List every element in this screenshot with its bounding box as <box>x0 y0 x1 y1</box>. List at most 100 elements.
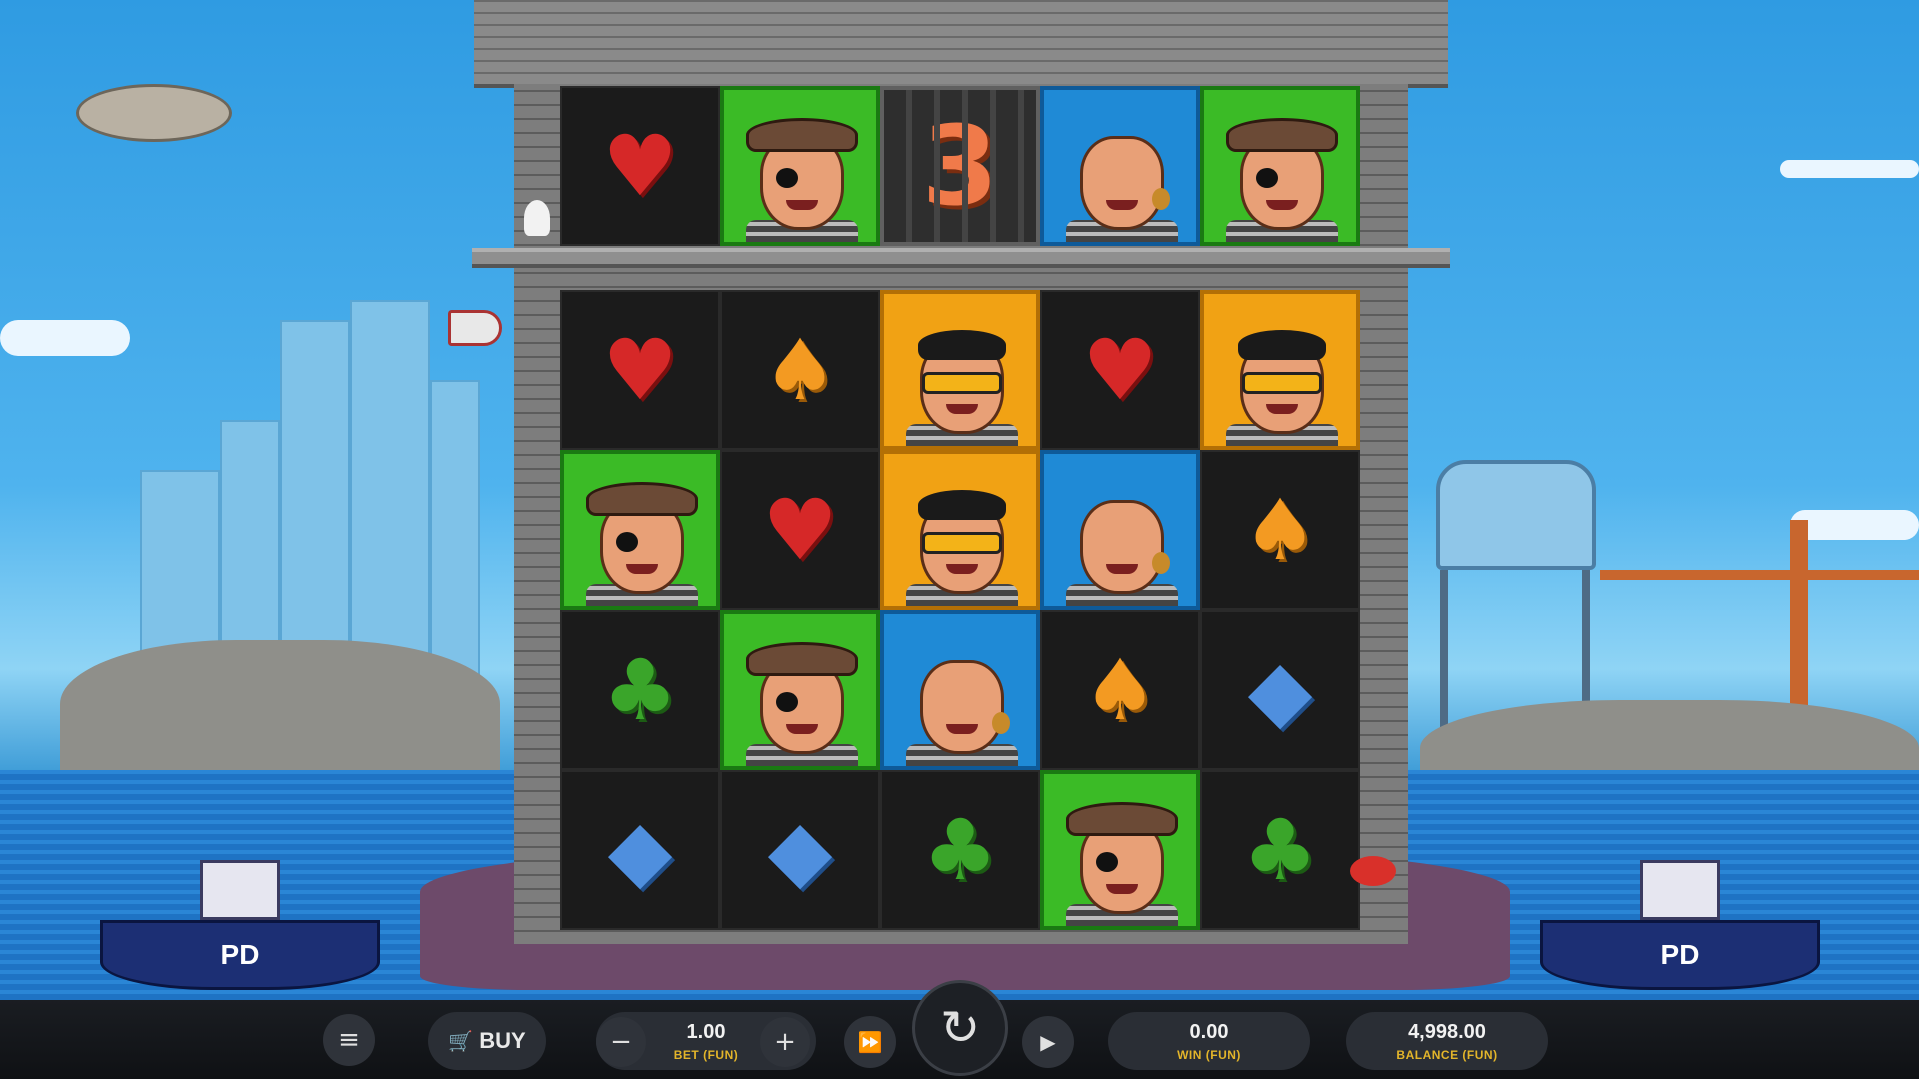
prisoner-face-icon <box>742 642 862 766</box>
eyepatch-icon <box>776 692 798 712</box>
win-display: 0.00 WIN (FUN) <box>1177 1021 1241 1062</box>
prisoner-mouth <box>1266 404 1298 414</box>
prisoner-face-icon <box>1062 802 1182 926</box>
prisoner-mouth <box>946 724 978 734</box>
refresh-icon: ↻ <box>939 1000 981 1056</box>
prisoner-face-icon <box>902 642 1022 766</box>
sunglasses-prisoner-symbol <box>880 290 1040 450</box>
city-building <box>350 300 430 700</box>
boat-cabin <box>1640 860 1720 920</box>
spade-icon: ♠ <box>762 321 838 419</box>
heart-icon: ♥ <box>602 321 678 419</box>
fedora-icon <box>586 482 698 516</box>
bird-icon <box>1152 552 1170 574</box>
eyepatch-icon <box>1256 168 1278 188</box>
club-icon: ♣ <box>602 641 678 739</box>
slick-hair <box>918 490 1006 520</box>
bet-label: BET (FUN) <box>673 1047 739 1062</box>
bet-value: 1.00 <box>686 1020 726 1043</box>
menu-icon: ≡ <box>338 1025 360 1055</box>
sunglasses-icon <box>922 372 1002 394</box>
bird-icon <box>992 712 1010 734</box>
prisoner-mouth <box>1106 884 1138 894</box>
fedora-icon <box>746 118 858 152</box>
plus-icon: + <box>774 1027 796 1057</box>
boat-label: PD <box>1660 939 1700 970</box>
diamond-icon: ◆ <box>1247 641 1313 739</box>
spade-symbol: ♠ <box>720 290 880 450</box>
prisoner-mouth <box>786 200 818 210</box>
diamond-symbol: ◆ <box>720 770 880 930</box>
sunglasses-prisoner-symbol <box>880 450 1040 610</box>
prisoner-mouth <box>786 724 818 734</box>
prisoner-face-icon <box>1222 118 1342 242</box>
bald-bird-prisoner-symbol <box>880 610 1040 770</box>
tower-roof <box>474 0 1448 88</box>
diamond-symbol: ◆ <box>1200 610 1360 770</box>
eyepatch-hat-prisoner-symbol <box>1040 770 1200 930</box>
game-scene: PD PD ♥3 ♥♠♥♥♠♣♠◆◆◆♣♣ <box>0 0 1919 1000</box>
spade-symbol: ♠ <box>1040 610 1200 770</box>
balance-value: 4,998.00 <box>1408 1020 1486 1043</box>
jail-bars <box>884 90 1036 242</box>
club-symbol: ♣ <box>1200 770 1360 930</box>
sunglasses-icon <box>1242 372 1322 394</box>
menu-button[interactable]: ≡ <box>323 1014 375 1066</box>
club-symbol: ♣ <box>560 610 720 770</box>
eyepatch-hat-prisoner-symbol <box>720 610 880 770</box>
tower-ledge <box>472 248 1450 268</box>
bet-decrease-button[interactable]: − <box>596 1017 646 1067</box>
fedora-icon <box>1066 802 1178 836</box>
sunglasses-icon <box>922 532 1002 554</box>
prisoner-face-icon <box>1222 322 1342 446</box>
bald-bird-prisoner-symbol <box>1040 86 1200 246</box>
bird-icon <box>1152 188 1170 210</box>
heart-icon: ♥ <box>602 117 678 215</box>
club-symbol: ♣ <box>880 770 1040 930</box>
autoplay-button[interactable]: ▶ <box>1022 1016 1074 1068</box>
club-icon: ♣ <box>922 801 998 899</box>
prisoner-mouth <box>946 564 978 574</box>
cloud <box>1790 510 1919 540</box>
buy-button[interactable]: 🛒 BUY <box>428 1012 546 1070</box>
prisoner-face-icon <box>902 482 1022 606</box>
play-icon: ▶ <box>1040 1030 1056 1054</box>
slick-hair <box>918 330 1006 360</box>
bridge <box>1600 570 1919 580</box>
prisoner-mouth <box>1266 200 1298 210</box>
cloud <box>0 320 130 356</box>
eyepatch-icon <box>776 168 798 188</box>
police-boat-left: PD <box>100 920 380 990</box>
eyepatch-hat-prisoner-symbol <box>1200 86 1360 246</box>
balance-display: 4,998.00 BALANCE (FUN) <box>1396 1021 1497 1062</box>
heart-symbol: ♥ <box>1040 290 1200 450</box>
heart-icon: ♥ <box>762 481 838 579</box>
balance-label: BALANCE (FUN) <box>1396 1047 1498 1062</box>
prisoner-face-icon <box>1062 482 1182 606</box>
prisoner-face-icon <box>1062 118 1182 242</box>
jail-multiplier-symbol: 3 <box>880 86 1040 246</box>
balance-panel: 4,998.00 BALANCE (FUN) <box>1346 1012 1548 1070</box>
bet-increase-button[interactable]: + <box>760 1017 810 1067</box>
prisoner-mouth <box>1106 564 1138 574</box>
prisoner-mouth <box>946 404 978 414</box>
spade-symbol: ♠ <box>1200 450 1360 610</box>
boat-cabin <box>200 860 280 920</box>
turbo-button[interactable]: ⏩ <box>844 1016 896 1068</box>
cloud <box>1780 160 1919 178</box>
blimp-icon <box>76 84 232 142</box>
prisoner-face-icon <box>902 322 1022 446</box>
fast-forward-icon: ⏩ <box>857 1030 883 1054</box>
spin-button[interactable]: ↻ <box>912 980 1008 1076</box>
bald-bird-prisoner-symbol <box>1040 450 1200 610</box>
heart-symbol: ♥ <box>560 86 720 246</box>
prisoner-mouth <box>626 564 658 574</box>
club-icon: ♣ <box>1242 801 1318 899</box>
bridge-tower <box>1790 520 1808 720</box>
win-panel: 0.00 WIN (FUN) <box>1108 1012 1310 1070</box>
police-boat-right: PD <box>1540 920 1820 990</box>
boat-label: PD <box>220 939 260 970</box>
buy-label: BUY <box>479 1028 526 1053</box>
prisoner-head <box>1080 500 1164 594</box>
minus-icon: − <box>610 1027 632 1057</box>
